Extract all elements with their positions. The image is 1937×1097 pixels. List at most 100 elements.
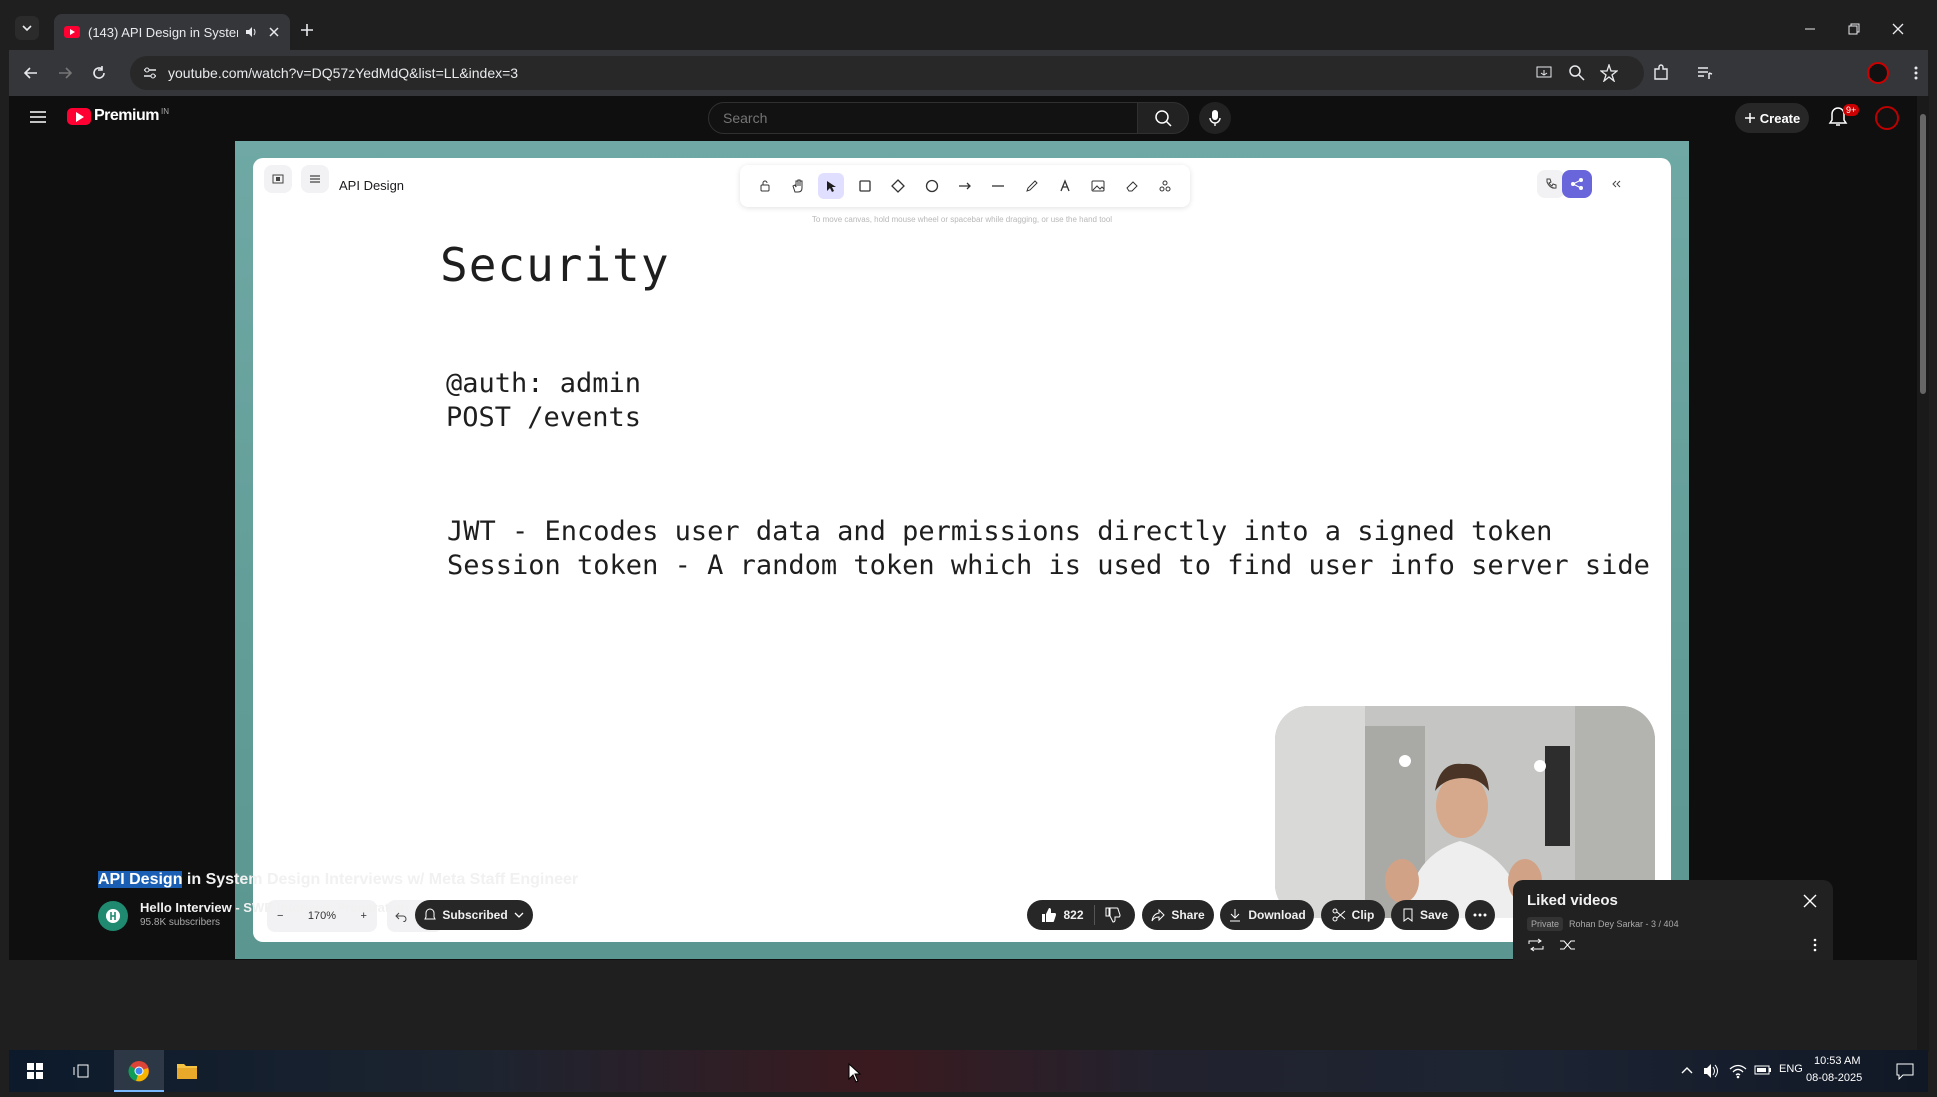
forward-button[interactable] bbox=[53, 61, 77, 85]
minimize-button[interactable] bbox=[1799, 18, 1821, 40]
restore-button[interactable] bbox=[1843, 18, 1865, 40]
install-app-icon[interactable] bbox=[1535, 64, 1553, 82]
arrow-right-icon bbox=[59, 67, 73, 79]
text-tool bbox=[1052, 173, 1078, 199]
whiteboard-canvas: API Design To move canvas, hold mouse wh… bbox=[253, 158, 1671, 942]
playlist-owner-position: Rohan Dey Sarkar - 3 / 404 bbox=[1569, 919, 1679, 929]
zoom-icon[interactable] bbox=[1568, 64, 1586, 82]
image-tool bbox=[1085, 173, 1111, 199]
chrome-taskbar-button[interactable] bbox=[125, 1057, 153, 1085]
thumbs-down-icon[interactable] bbox=[1105, 907, 1121, 923]
extensions-button[interactable] bbox=[1649, 61, 1673, 85]
more-horizontal-icon bbox=[1473, 913, 1487, 917]
ellipse-tool bbox=[919, 173, 945, 199]
eraser-tool bbox=[1119, 173, 1145, 199]
auth-annotation: @auth: admin bbox=[446, 368, 642, 399]
more-actions-button[interactable] bbox=[1465, 900, 1495, 930]
share-button[interactable]: Share bbox=[1142, 900, 1214, 930]
subscribed-label: Subscribed bbox=[442, 908, 508, 922]
start-button[interactable] bbox=[21, 1057, 49, 1085]
chrome-menu-button[interactable] bbox=[1904, 61, 1928, 85]
page-scrollbar[interactable] bbox=[1917, 96, 1929, 1052]
drawing-toolbar bbox=[740, 165, 1190, 207]
more-vertical-icon bbox=[1914, 66, 1918, 80]
new-tab-button[interactable] bbox=[297, 20, 317, 40]
reload-button[interactable] bbox=[87, 61, 111, 85]
volume-icon[interactable] bbox=[1703, 1063, 1721, 1079]
youtube-play-icon bbox=[67, 107, 91, 125]
clip-label: Clip bbox=[1351, 908, 1375, 922]
battery-icon[interactable] bbox=[1754, 1064, 1772, 1076]
bookmark-star-icon[interactable] bbox=[1600, 64, 1618, 82]
browser-tab[interactable]: (143) API Design in System bbox=[54, 14, 290, 50]
wifi-icon[interactable] bbox=[1729, 1063, 1747, 1079]
language-indicator[interactable]: ENG bbox=[1779, 1063, 1803, 1075]
profile-avatar[interactable] bbox=[1867, 62, 1889, 84]
notification-center-icon[interactable] bbox=[1896, 1062, 1914, 1080]
mouse-cursor-icon bbox=[848, 1063, 862, 1083]
pencil-icon bbox=[1025, 180, 1038, 192]
address-bar[interactable]: youtube.com/watch?v=DQ57zYedMdQ&list=LL&… bbox=[130, 56, 1644, 90]
video-player[interactable]: API Design To move canvas, hold mouse wh… bbox=[235, 141, 1689, 959]
save-label: Save bbox=[1419, 908, 1449, 922]
more-vertical-icon[interactable] bbox=[1813, 938, 1817, 952]
youtube-logo[interactable]: Premium IN bbox=[67, 107, 169, 125]
file-explorer-button[interactable] bbox=[173, 1057, 201, 1085]
back-button[interactable] bbox=[19, 61, 43, 85]
subscribed-button[interactable]: Subscribed bbox=[415, 900, 533, 930]
create-label: Create bbox=[1759, 110, 1801, 126]
close-icon[interactable] bbox=[1803, 894, 1817, 908]
search-icon bbox=[1155, 110, 1172, 127]
voice-search-button[interactable] bbox=[1199, 102, 1231, 134]
account-avatar[interactable] bbox=[1875, 106, 1899, 130]
call-button bbox=[1537, 170, 1565, 198]
channel-name[interactable]: Hello Interview - SWE Interview Preparat… bbox=[140, 900, 409, 915]
arrow-left-icon bbox=[23, 67, 37, 79]
playlist-meta: Private Rohan Dey Sarkar - 3 / 404 bbox=[1527, 917, 1679, 931]
task-view-button[interactable] bbox=[67, 1057, 95, 1085]
clock-time[interactable]: 10:53 AM bbox=[1814, 1055, 1860, 1067]
tab-search-button[interactable] bbox=[15, 16, 39, 40]
download-label: Download bbox=[1248, 908, 1306, 922]
reload-icon bbox=[93, 66, 105, 79]
share-canvas-button bbox=[1562, 170, 1592, 198]
video-title: API Design in System Design Interviews w… bbox=[98, 871, 578, 889]
media-controls-button[interactable] bbox=[1693, 61, 1717, 85]
site-info-icon[interactable] bbox=[142, 65, 158, 81]
create-button[interactable]: Create bbox=[1735, 103, 1809, 133]
bookmark-icon bbox=[1403, 908, 1413, 922]
bell-icon bbox=[424, 908, 437, 920]
thumbs-up-icon[interactable] bbox=[1041, 907, 1057, 923]
speaker-icon[interactable] bbox=[244, 25, 258, 39]
chevron-down-icon bbox=[22, 25, 32, 32]
search-input[interactable] bbox=[708, 102, 1144, 134]
channel-avatar[interactable] bbox=[98, 901, 128, 931]
url-text: youtube.com/watch?v=DQ57zYedMdQ&list=LL&… bbox=[168, 65, 519, 81]
library-icon bbox=[272, 174, 284, 184]
close-window-button[interactable] bbox=[1887, 18, 1909, 40]
save-button[interactable]: Save bbox=[1391, 900, 1459, 930]
country-code: IN bbox=[160, 107, 169, 116]
search-button[interactable] bbox=[1137, 102, 1189, 134]
ellipse-icon bbox=[925, 179, 938, 193]
loop-icon[interactable] bbox=[1527, 938, 1545, 952]
windows-logo-icon bbox=[27, 1063, 43, 1079]
session-token-definition: Session token - A random token which is … bbox=[447, 550, 1650, 581]
windows-taskbar: ENG 10:53 AM 08-08-2025 bbox=[9, 1050, 1928, 1092]
clock-date[interactable]: 08-08-2025 bbox=[1806, 1072, 1862, 1084]
shuffle-icon[interactable] bbox=[1559, 938, 1577, 952]
playlist-panel: Liked videos Private Rohan Dey Sarkar - … bbox=[1513, 880, 1833, 960]
hamburger-menu-icon[interactable] bbox=[29, 108, 47, 126]
close-icon bbox=[1892, 23, 1904, 35]
eraser-icon bbox=[1126, 181, 1138, 192]
chevron-up-icon[interactable] bbox=[1681, 1065, 1693, 1075]
playlist-title[interactable]: Liked videos bbox=[1527, 892, 1618, 909]
download-button[interactable]: Download bbox=[1220, 900, 1314, 930]
chevrons-left-icon bbox=[1612, 180, 1621, 188]
clip-button[interactable]: Clip bbox=[1321, 900, 1385, 930]
youtube-favicon-icon bbox=[64, 26, 80, 38]
close-tab-icon[interactable] bbox=[268, 26, 280, 38]
like-count[interactable]: 822 bbox=[1063, 908, 1083, 922]
plus-icon bbox=[1744, 113, 1755, 123]
scroll-thumb[interactable] bbox=[1920, 114, 1926, 394]
